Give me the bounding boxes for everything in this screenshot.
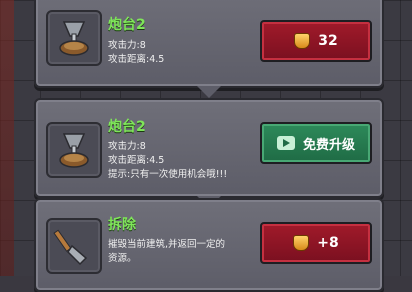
attack-power: 攻击力:8 — [108, 40, 146, 51]
cost-value: 32 — [318, 33, 338, 49]
hint-text: 提示:只有一次使用机会哦!!! — [108, 169, 228, 180]
gem-icon — [294, 33, 311, 49]
demolish-card: 拆除 摧毁当前建筑,并返回一定的 资源。 +8 — [34, 198, 384, 292]
card-title: 炮台2 — [108, 17, 146, 33]
turret-icon — [46, 10, 102, 66]
turret-icon — [46, 122, 102, 178]
description-line-2: 资源。 — [108, 253, 137, 264]
free-upgrade-button[interactable]: 免费升级 — [260, 122, 372, 164]
gem-icon — [293, 235, 310, 251]
card-pointer — [197, 86, 221, 98]
video-icon — [276, 136, 295, 150]
card-title: 炮台2 — [108, 119, 146, 135]
description-line-1: 摧毁当前建筑,并返回一定的 — [108, 239, 226, 250]
refund-value: +8 — [317, 235, 339, 251]
upgrade-card-turret-free: 炮台2 攻击力:8 攻击距离:4.5 提示:只有一次使用机会哦!!! 免费升级 — [34, 98, 384, 208]
attack-range: 攻击距离:4.5 — [108, 54, 165, 65]
demolish-button[interactable]: +8 — [260, 222, 372, 264]
shovel-icon — [46, 218, 102, 274]
card-title: 拆除 — [108, 217, 136, 233]
upgrade-card-turret: 炮台2 攻击力:8 攻击距离:4.5 32 — [34, 0, 384, 98]
attack-range: 攻击距离:4.5 — [108, 155, 165, 166]
free-upgrade-label: 免费升级 — [302, 137, 355, 153]
background-wall — [0, 0, 14, 276]
attack-power: 攻击力:8 — [108, 141, 146, 152]
upgrade-cost-button[interactable]: 32 — [260, 20, 372, 62]
